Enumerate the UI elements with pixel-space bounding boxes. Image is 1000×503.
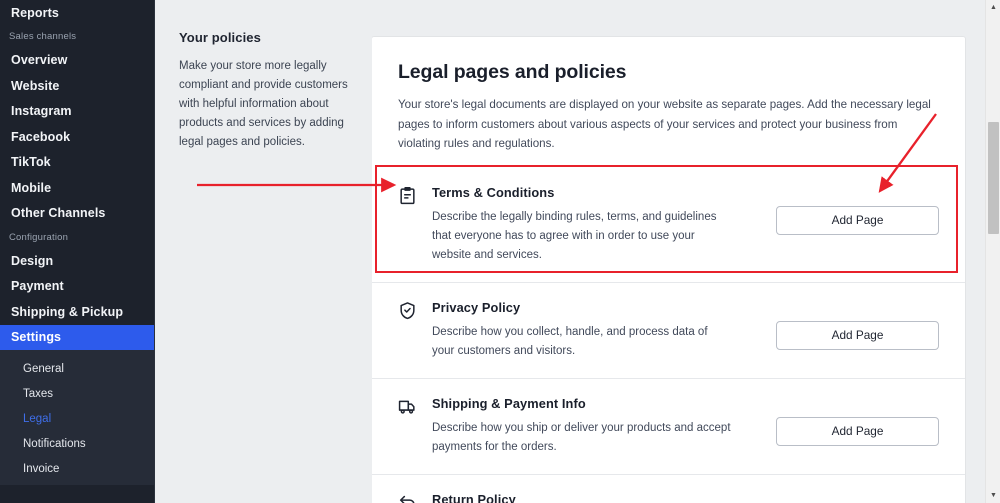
page-title: Legal pages and policies (398, 61, 627, 83)
sidebar-subitem-label: Taxes (23, 387, 54, 400)
sidebar-item-settings[interactable]: Settings (0, 324, 155, 350)
sidebar-item-label: Facebook (11, 129, 71, 144)
sidebar-item-other-channels[interactable]: Other Channels (0, 201, 155, 227)
policy-title: Terms & Conditions (432, 184, 555, 200)
policy-text: Terms & Conditions Describe the legally … (432, 185, 776, 265)
add-page-button-terms-conditions[interactable]: Add Page (776, 205, 939, 235)
policy-row-privacy-policy: Privacy Policy Describe how you collect,… (372, 281, 965, 378)
sidebar-item-label: Overview (11, 53, 68, 68)
return-arrow-icon (398, 492, 432, 503)
sidebar-item-label: Website (11, 78, 60, 93)
app-window: Reports Sales channels Overview Website … (0, 0, 1000, 503)
info-panel-body: Make your store more legally compliant a… (179, 60, 348, 148)
sidebar-item-label: Settings (11, 330, 62, 345)
scrollbar-thumb[interactable] (988, 122, 999, 234)
policy-row-return-policy: Return Policy Add Page (372, 473, 965, 503)
sidebar-item-label: Design (11, 253, 54, 268)
sidebar-item-facebook[interactable]: Facebook (0, 124, 155, 150)
sidebar: Reports Sales channels Overview Website … (0, 0, 155, 503)
sidebar-settings-submenu: General Taxes Legal Notifications Invoic… (0, 350, 155, 485)
policy-text: Return Policy (432, 492, 776, 503)
sidebar-subitem-label: Legal (23, 412, 52, 425)
sidebar-subitem-invoice[interactable]: Invoice (0, 456, 155, 481)
sidebar-subitem-legal[interactable]: Legal (0, 406, 155, 431)
sidebar-subitem-taxes[interactable]: Taxes (0, 381, 155, 406)
sidebar-item-payment[interactable]: Payment (0, 274, 155, 300)
policy-description: Describe how you ship or deliver your pr… (432, 421, 731, 453)
sidebar-item-mobile[interactable]: Mobile (0, 175, 155, 201)
info-panel-heading: Your policies (179, 30, 261, 45)
sidebar-item-website[interactable]: Website (0, 73, 155, 99)
sidebar-item-label: TikTok (11, 155, 51, 170)
vertical-scrollbar[interactable]: ▲ ▼ (985, 0, 1000, 503)
sidebar-section-sales-channels: Sales channels (9, 31, 77, 42)
sidebar-subitem-notifications[interactable]: Notifications (0, 431, 155, 456)
policy-row-shipping-payment-info: Shipping & Payment Info Describe how you… (372, 377, 965, 474)
clipboard-icon (398, 185, 432, 210)
sidebar-subitem-label: General (23, 362, 64, 375)
sidebar-item-tiktok[interactable]: TikTok (0, 150, 155, 176)
sidebar-subitem-label: Invoice (23, 462, 60, 475)
sidebar-item-instagram[interactable]: Instagram (0, 99, 155, 125)
policy-action: Add Page (776, 185, 939, 235)
sidebar-item-shipping-pickup[interactable]: Shipping & Pickup (0, 299, 155, 325)
scroll-up-arrow-icon[interactable]: ▲ (986, 0, 1000, 15)
info-panel: Your policies Make your store more legal… (155, 0, 372, 503)
page-description: Your store's legal documents are display… (398, 98, 931, 150)
policy-action: Add Page (776, 300, 939, 350)
sidebar-divider (154, 0, 155, 503)
policy-action: Add Page (776, 396, 939, 446)
add-page-button-shipping-payment-info[interactable]: Add Page (776, 416, 939, 446)
main-content: Legal pages and policies Your store's le… (372, 0, 1000, 503)
card-header: Legal pages and policies Your store's le… (372, 37, 965, 160)
scroll-down-arrow-icon[interactable]: ▼ (986, 488, 1000, 503)
policy-row-terms-conditions: Terms & Conditions Describe the legally … (372, 167, 965, 282)
policy-description: Describe the legally binding rules, term… (432, 210, 717, 261)
sidebar-subitem-general[interactable]: General (0, 356, 155, 381)
sidebar-item-overview[interactable]: Overview (0, 48, 155, 74)
shield-check-icon (398, 300, 432, 325)
sidebar-item-label: Mobile (11, 180, 52, 195)
sidebar-item-label: Instagram (11, 104, 72, 119)
sidebar-item-label: Payment (11, 279, 64, 294)
policy-description: Describe how you collect, handle, and pr… (432, 325, 708, 357)
policy-title: Shipping & Payment Info (432, 395, 586, 411)
truck-icon (398, 396, 432, 421)
sidebar-item-label: Other Channels (11, 206, 106, 221)
sidebar-section-configuration: Configuration (9, 231, 69, 243)
policy-text: Shipping & Payment Info Describe how you… (432, 396, 776, 457)
sidebar-subitem-label: Notifications (23, 437, 86, 450)
sidebar-item-label: Shipping & Pickup (11, 304, 124, 319)
policy-title: Return Policy (432, 491, 516, 503)
policy-text: Privacy Policy Describe how you collect,… (432, 300, 776, 361)
sidebar-item-design[interactable]: Design (0, 248, 155, 274)
policy-action: Add Page (776, 492, 939, 503)
policy-title: Privacy Policy (432, 299, 521, 315)
sidebar-item-reports[interactable]: Reports (0, 0, 155, 26)
legal-pages-card: Legal pages and policies Your store's le… (372, 37, 965, 503)
sidebar-item-label: Reports (11, 5, 59, 20)
add-page-button-privacy-policy[interactable]: Add Page (776, 320, 939, 350)
